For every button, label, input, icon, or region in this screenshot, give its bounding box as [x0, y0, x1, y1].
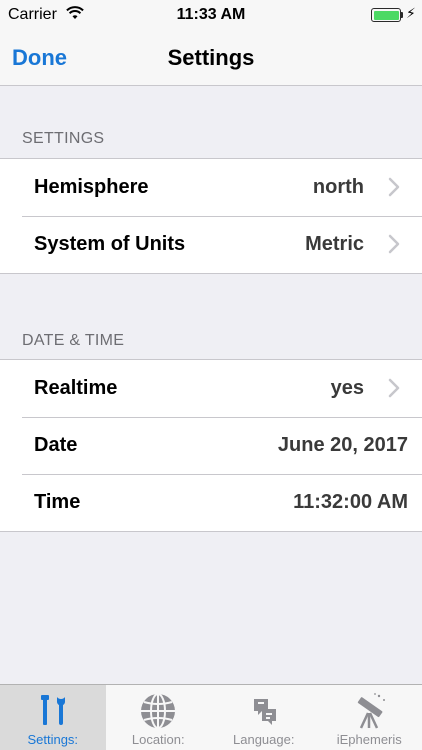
date-time-group: Realtime yes Date June 20, 2017 Time 11:…: [0, 359, 422, 532]
chevron-right-icon: [388, 177, 400, 197]
row-system-of-units[interactable]: System of Units Metric: [0, 216, 422, 273]
row-value: north: [312, 176, 364, 198]
row-value: June 20, 2017: [277, 434, 408, 456]
tab-language[interactable]: Language:: [211, 685, 317, 750]
status-bar: Carrier 11:33 AM ⚡: [0, 0, 422, 30]
charging-bolt-icon: ⚡: [406, 5, 416, 21]
chevron-right-icon: [388, 234, 400, 254]
tab-label: iEphemeris: [336, 732, 402, 747]
row-value: Metric: [305, 233, 364, 255]
tools-icon: [40, 695, 65, 725]
row-label: Time: [34, 491, 81, 513]
telescope-icon: [358, 693, 386, 729]
battery-cap: [401, 12, 403, 18]
settings-group: Hemisphere north System of Units Metric: [0, 158, 422, 274]
row-time[interactable]: Time 11:32:00 AM: [0, 474, 422, 531]
row-label: Hemisphere: [34, 176, 149, 198]
row-label: Date: [34, 434, 78, 456]
tab-label: Location:: [131, 732, 185, 747]
battery-fill: [373, 10, 399, 20]
tab-bar: Settings: Location: Language: iEphemeris: [0, 684, 422, 750]
tab-settings[interactable]: Settings:: [0, 685, 106, 750]
language-icon: [253, 699, 276, 725]
status-time: 11:33 AM: [176, 6, 246, 23]
battery-icon: [371, 8, 401, 22]
row-value: 11:32:00 AM: [293, 491, 408, 513]
tab-label: Settings:: [27, 732, 79, 747]
page-title: Settings: [167, 45, 255, 70]
tab-iephemeris[interactable]: iEphemeris: [317, 685, 422, 750]
chevron-right-icon: [388, 378, 400, 398]
section-header-settings: SETTINGS: [22, 130, 105, 147]
tab-location[interactable]: Location:: [106, 685, 212, 750]
navigation-bar: Done Settings: [0, 30, 422, 86]
section-header-date-time: DATE & TIME: [22, 332, 125, 349]
row-date[interactable]: Date June 20, 2017: [0, 417, 422, 474]
row-hemisphere[interactable]: Hemisphere north: [0, 159, 422, 216]
row-value: yes: [330, 377, 364, 399]
globe-icon: [141, 693, 176, 729]
row-label: System of Units: [34, 233, 186, 255]
row-realtime[interactable]: Realtime yes: [0, 360, 422, 417]
row-label: Realtime: [34, 377, 118, 399]
tab-label: Language:: [233, 732, 295, 747]
